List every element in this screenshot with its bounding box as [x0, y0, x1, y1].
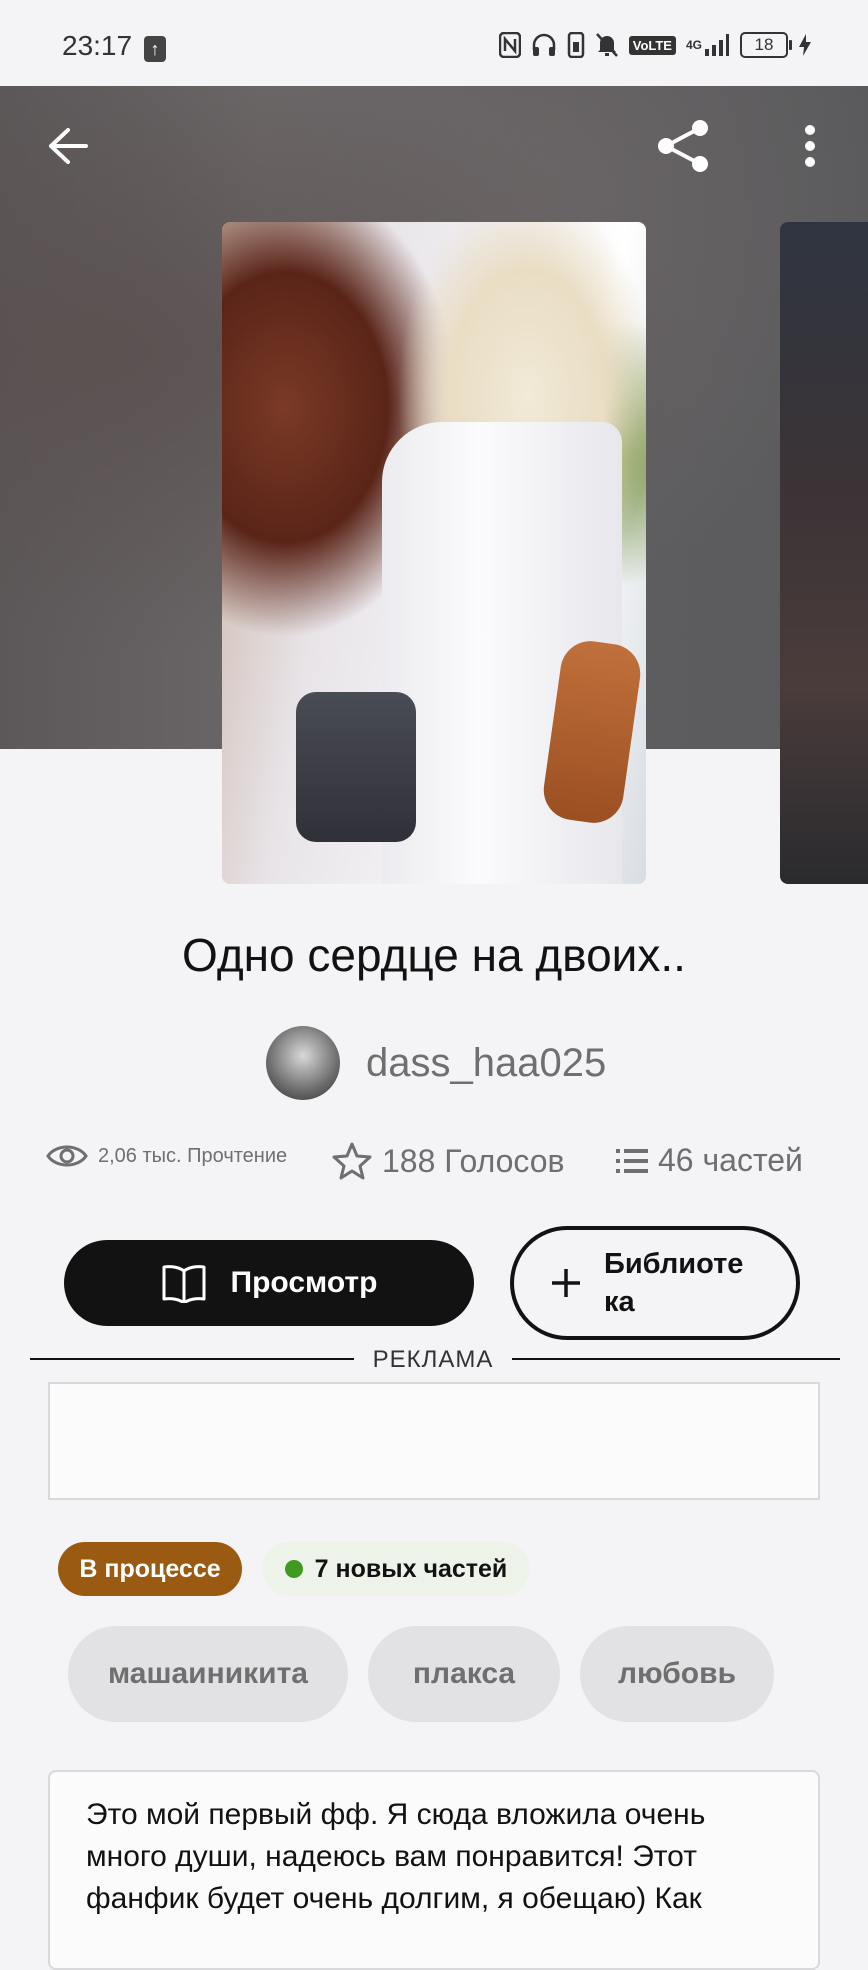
volte-icon: VoLTE: [628, 35, 676, 55]
tag-chip[interactable]: плакса: [368, 1626, 560, 1722]
ad-slot[interactable]: [48, 1382, 820, 1500]
more-vertical-icon: [805, 125, 815, 167]
list-icon: [616, 1148, 648, 1173]
more-options-button[interactable]: [780, 116, 840, 176]
read-button-label: Просмотр: [230, 1266, 378, 1299]
nfc-icon: [498, 32, 521, 58]
charging-icon: [798, 33, 812, 57]
new-parts-label: 7 новых частей: [314, 1554, 508, 1583]
story-stats: 2,06 тыс. Прочтение 188 Голосов 46 часте…: [46, 1142, 826, 1192]
story-title: Одно сердце на двоих..: [182, 929, 686, 981]
book-icon: [162, 1265, 206, 1303]
battery-icon: 18: [740, 32, 792, 58]
ad-label: РЕКЛАМА: [372, 1346, 494, 1373]
reads-stat: 2,06 тыс. Прочтение: [46, 1142, 287, 1170]
parts-count: 46 частей: [658, 1142, 803, 1178]
description-card[interactable]: Это мой первый фф. Я сюда вложила очень …: [48, 1770, 820, 1970]
library-button-label: Библиотека: [604, 1248, 744, 1318]
eye-icon: [46, 1145, 88, 1167]
star-icon: [332, 1142, 372, 1180]
back-arrow-icon: [49, 128, 88, 164]
plus-icon: [552, 1269, 580, 1297]
share-button[interactable]: [654, 116, 714, 176]
share-icon: [658, 120, 708, 172]
back-button[interactable]: [38, 116, 98, 176]
cover-bag: [296, 692, 416, 842]
read-button[interactable]: Просмотр: [64, 1240, 474, 1326]
author-avatar[interactable]: [266, 1026, 340, 1100]
ad-divider-right: [512, 1358, 840, 1360]
reads-count: 2,06 тыс. Прочтение: [98, 1144, 288, 1167]
author-row[interactable]: dass_haa025: [266, 1026, 606, 1100]
network-label: 4G: [685, 38, 702, 52]
parts-stat: 46 частей: [616, 1142, 803, 1179]
story-description: Это мой первый фф. Я сюда вложила очень …: [86, 1798, 706, 1915]
votes-count: 188 Голосов: [382, 1142, 565, 1179]
ad-divider-left: [30, 1358, 354, 1360]
status-time: 23:17: [62, 30, 133, 61]
headphones-icon: [531, 32, 557, 58]
add-to-library-button[interactable]: Библиотека: [510, 1226, 800, 1340]
vibrate-icon: [567, 32, 585, 58]
status-icons: VoLTE 4G 18: [498, 32, 812, 58]
status-badge: В процессе: [58, 1542, 242, 1596]
tag-chip[interactable]: любовь: [580, 1626, 774, 1722]
status-bar: 23:17 ↑ VoLTE 4G 18: [0, 0, 868, 86]
signal-4g-icon: 4G: [686, 33, 730, 57]
votes-stat: 188 Голосов: [332, 1142, 565, 1180]
mute-icon: [595, 32, 619, 58]
next-story-cover[interactable]: [780, 222, 868, 884]
author-name[interactable]: dass_haa025: [366, 1041, 606, 1086]
upload-icon: ↑: [144, 36, 166, 62]
story-cover[interactable]: [222, 222, 646, 884]
tag-chip[interactable]: машаиникита: [68, 1626, 348, 1722]
new-indicator-dot: [284, 1560, 303, 1578]
new-parts-badge: 7 новых частей: [262, 1542, 530, 1596]
